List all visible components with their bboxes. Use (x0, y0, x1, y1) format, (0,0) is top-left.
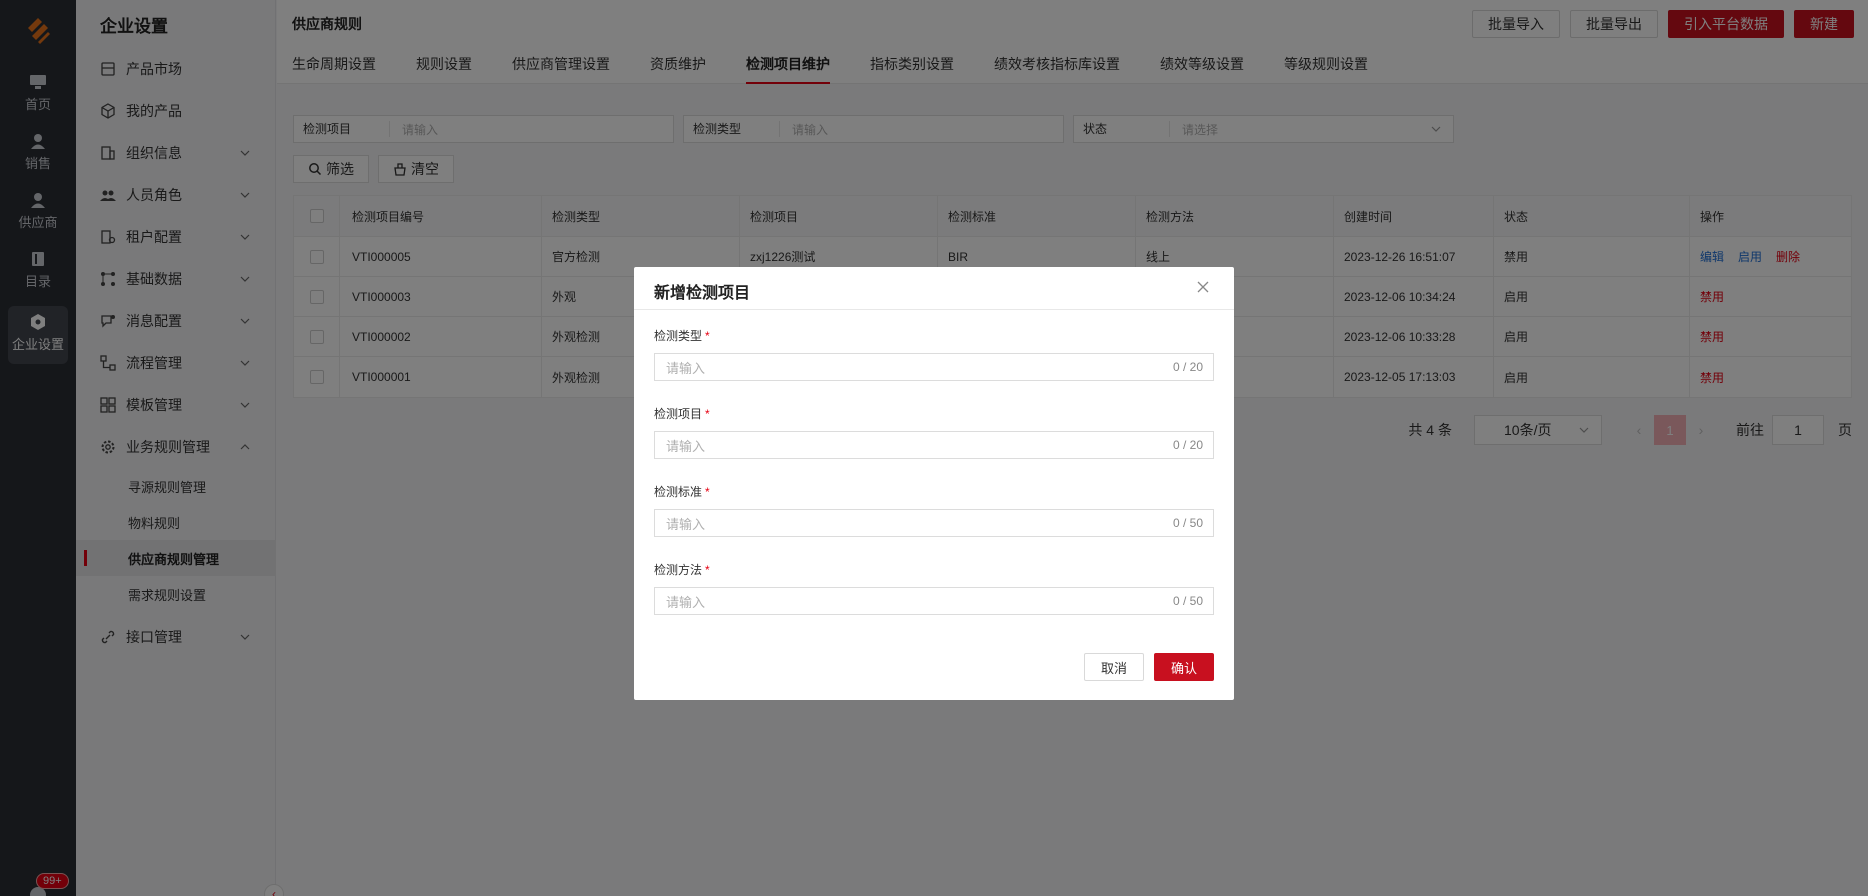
field-label: 检测类型 (654, 329, 703, 343)
field-label-row: 检测方法 * (654, 561, 1214, 579)
close-icon[interactable] (1196, 280, 1210, 294)
add-inspection-item-dialog: 新增检测项目 检测类型 * 请输入 0 / 20 检测项目 * 请输入 0 / 20 检… (634, 267, 1234, 700)
field-inspection-standard: 检测标准 * 请输入 0 / 50 (654, 483, 1214, 537)
char-counter: 0 / 20 (1172, 438, 1203, 452)
app-root: 首页 销售 供应商 目录 企业设置 99+ 企业设置 产品市场 (0, 0, 1868, 896)
field-inspection-type: 检测类型 * 请输入 0 / 20 (654, 327, 1214, 381)
required-mark: * (705, 485, 710, 499)
required-mark: * (705, 563, 710, 577)
input-placeholder: 请输入 (666, 594, 706, 610)
dialog-header: 新增检测项目 (634, 267, 1234, 310)
field-inspection-item: 检测项目 * 请输入 0 / 20 (654, 405, 1214, 459)
required-mark: * (705, 329, 710, 343)
input-placeholder: 请输入 (666, 438, 706, 454)
input-placeholder: 请输入 (666, 360, 706, 376)
field-label-row: 检测项目 * (654, 405, 1214, 423)
field-label-row: 检测类型 * (654, 327, 1214, 345)
inspection-item-input[interactable]: 请输入 0 / 20 (654, 431, 1214, 459)
field-inspection-method: 检测方法 * 请输入 0 / 50 (654, 561, 1214, 615)
inspection-type-input[interactable]: 请输入 0 / 20 (654, 353, 1214, 381)
field-label: 检测方法 (654, 563, 703, 577)
char-counter: 0 / 50 (1172, 516, 1203, 530)
field-label: 检测标准 (654, 485, 703, 499)
input-placeholder: 请输入 (666, 516, 706, 532)
confirm-button[interactable]: 确认 (1153, 653, 1214, 681)
dialog-footer: 取消 确认 (1083, 653, 1214, 681)
field-label: 检测项目 (654, 407, 703, 421)
inspection-standard-input[interactable]: 请输入 0 / 50 (654, 509, 1214, 537)
cancel-button[interactable]: 取消 (1083, 653, 1144, 681)
dialog-title: 新增检测项目 (654, 285, 751, 302)
field-label-row: 检测标准 * (654, 483, 1214, 501)
char-counter: 0 / 20 (1172, 360, 1203, 374)
inspection-method-input[interactable]: 请输入 0 / 50 (654, 587, 1214, 615)
required-mark: * (705, 407, 710, 421)
char-counter: 0 / 50 (1172, 594, 1203, 608)
